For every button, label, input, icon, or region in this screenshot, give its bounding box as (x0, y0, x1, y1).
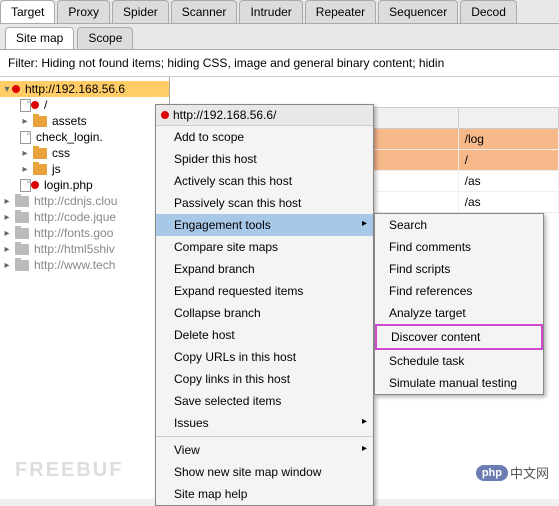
tree-item[interactable]: ▸ js (0, 161, 169, 177)
tree-label: login.php (44, 178, 93, 192)
tab-decoder[interactable]: Decod (460, 0, 517, 23)
watermark: FREEBUF (15, 459, 123, 482)
submenu-find-comments[interactable]: Find comments (375, 236, 543, 258)
submenu-schedule-task[interactable]: Schedule task (375, 350, 543, 372)
tree-label: js (52, 162, 61, 176)
col-path[interactable] (458, 108, 558, 129)
folder-icon (15, 196, 29, 207)
menu-active-scan[interactable]: Actively scan this host (156, 170, 373, 192)
tab-target[interactable]: Target (0, 0, 55, 23)
expand-icon[interactable]: ▸ (2, 212, 12, 223)
vuln-dot-icon (31, 181, 39, 189)
menu-delete-host[interactable]: Delete host (156, 324, 373, 346)
tree-item[interactable]: ▸ css (0, 145, 169, 161)
tree-host[interactable]: ▸ http://fonts.goo (0, 225, 169, 241)
tree-label: http://cdnjs.clou (34, 194, 117, 208)
engagement-submenu: Search Find comments Find scripts Find r… (374, 213, 544, 395)
folder-icon (33, 148, 47, 159)
menu-collapse-branch[interactable]: Collapse branch (156, 302, 373, 324)
php-badge: php 中文网 (476, 463, 549, 482)
tab-spider[interactable]: Spider (112, 0, 169, 23)
submenu-simulate-manual[interactable]: Simulate manual testing (375, 372, 543, 394)
file-icon (20, 131, 31, 144)
tree-host[interactable]: ▸ http://html5shiv (0, 241, 169, 257)
tree-root[interactable]: ▾ http://192.168.56.6 (0, 81, 169, 97)
folder-icon (33, 164, 47, 175)
tab-sitemap[interactable]: Site map (5, 27, 74, 49)
expand-icon[interactable]: ▸ (2, 196, 12, 207)
tab-scope[interactable]: Scope (77, 27, 133, 49)
menu-engagement-tools[interactable]: Engagement tools (156, 214, 373, 236)
menu-copy-urls[interactable]: Copy URLs in this host (156, 346, 373, 368)
tab-scanner[interactable]: Scanner (171, 0, 238, 23)
menu-save-selected[interactable]: Save selected items (156, 390, 373, 412)
vuln-dot-icon (12, 85, 20, 93)
menu-title: http://192.168.56.6/ (156, 105, 373, 126)
tree-host[interactable]: ▸ http://www.tech (0, 257, 169, 273)
menu-add-to-scope[interactable]: Add to scope (156, 126, 373, 148)
menu-expand-requested[interactable]: Expand requested items (156, 280, 373, 302)
tree-label: http://code.jque (34, 210, 116, 224)
tab-intruder[interactable]: Intruder (239, 0, 302, 23)
vuln-dot-icon (161, 111, 169, 119)
menu-expand-branch[interactable]: Expand branch (156, 258, 373, 280)
php-logo-icon: php (476, 465, 508, 481)
tree-host[interactable]: ▸ http://code.jque (0, 209, 169, 225)
php-badge-text: 中文网 (510, 463, 549, 482)
tree-host[interactable]: ▸ http://cdnjs.clou (0, 193, 169, 209)
expand-icon[interactable]: ▸ (2, 244, 12, 255)
folder-icon (15, 260, 29, 271)
site-tree: ▾ http://192.168.56.6 / ▸ assets check_l… (0, 77, 170, 499)
tree-label: http://192.168.56.6 (25, 82, 125, 96)
tree-item[interactable]: ▸ assets (0, 113, 169, 129)
menu-copy-links[interactable]: Copy links in this host (156, 368, 373, 390)
sub-tabs: Site map Scope (0, 24, 559, 50)
tree-item[interactable]: login.php (0, 177, 169, 193)
submenu-search[interactable]: Search (375, 214, 543, 236)
folder-icon (15, 244, 29, 255)
tab-repeater[interactable]: Repeater (305, 0, 376, 23)
expand-icon[interactable]: ▸ (2, 260, 12, 271)
tree-label: / (44, 98, 47, 112)
folder-icon (15, 212, 29, 223)
menu-passive-scan[interactable]: Passively scan this host (156, 192, 373, 214)
menu-compare-sitemaps[interactable]: Compare site maps (156, 236, 373, 258)
context-menu: http://192.168.56.6/ Add to scope Spider… (155, 104, 374, 506)
tree-item[interactable]: / (0, 97, 169, 113)
folder-icon (33, 116, 47, 127)
expand-icon[interactable]: ▸ (20, 164, 30, 175)
tree-label: check_login. (36, 130, 103, 144)
submenu-find-scripts[interactable]: Find scripts (375, 258, 543, 280)
tree-label: http://fonts.goo (34, 226, 113, 240)
menu-new-sitemap-window[interactable]: Show new site map window (156, 461, 373, 483)
tab-proxy[interactable]: Proxy (57, 0, 110, 23)
main-tabs: Target Proxy Spider Scanner Intruder Rep… (0, 0, 559, 24)
vuln-dot-icon (31, 101, 39, 109)
expand-icon[interactable]: ▸ (20, 148, 30, 159)
submenu-analyze-target[interactable]: Analyze target (375, 302, 543, 324)
submenu-find-references[interactable]: Find references (375, 280, 543, 302)
filter-bar[interactable]: Filter: Hiding not found items; hiding C… (0, 50, 559, 77)
menu-issues[interactable]: Issues (156, 412, 373, 434)
menu-view[interactable]: View (156, 439, 373, 461)
folder-icon (15, 228, 29, 239)
collapse-icon[interactable]: ▾ (2, 84, 12, 95)
tree-label: http://www.tech (34, 258, 115, 272)
menu-spider-host[interactable]: Spider this host (156, 148, 373, 170)
tab-sequencer[interactable]: Sequencer (378, 0, 458, 23)
tree-label: css (52, 146, 70, 160)
tree-item[interactable]: check_login. (0, 129, 169, 145)
file-icon (20, 179, 31, 192)
expand-icon[interactable]: ▸ (2, 228, 12, 239)
expand-icon[interactable]: ▸ (20, 116, 30, 127)
tree-label: assets (52, 114, 87, 128)
tree-label: http://html5shiv (34, 242, 115, 256)
menu-separator (156, 436, 373, 437)
submenu-discover-content[interactable]: Discover content (375, 324, 543, 350)
file-icon (20, 99, 31, 112)
